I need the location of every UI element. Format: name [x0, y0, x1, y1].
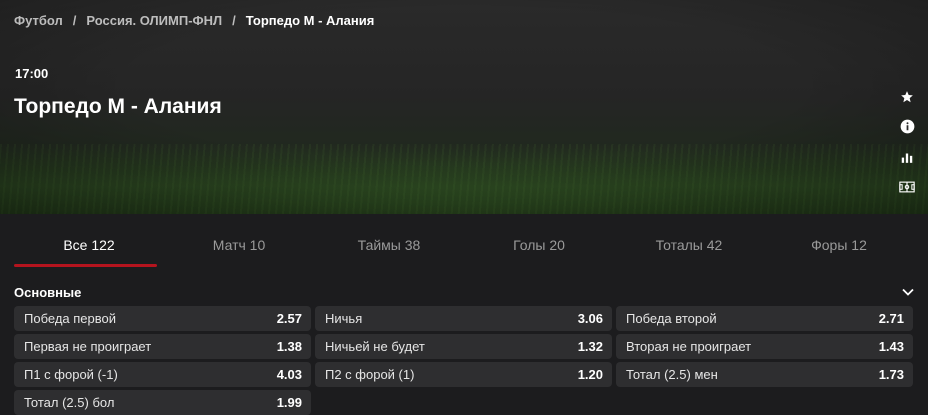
odd-name: Тотал (2.5) мен	[626, 367, 718, 382]
tab-goals[interactable]: Голы 20	[464, 225, 614, 267]
event-title: Торпедо М - Алания	[14, 95, 222, 118]
odd-value: 2.71	[878, 311, 904, 326]
odd-value: 2.57	[276, 311, 302, 326]
odd-cell[interactable]: Ничьей не будет 1.32	[315, 334, 612, 359]
chevron-down-icon[interactable]	[902, 283, 914, 301]
breadcrumb-item-league[interactable]: Россия. ОЛИМП-ФНЛ	[86, 13, 222, 28]
odd-cell[interactable]: П1 с форой (-1) 4.03	[14, 362, 311, 387]
breadcrumb-separator: /	[232, 13, 236, 28]
odd-cell[interactable]: Ничья 3.06	[315, 306, 612, 331]
odd-name: Ничья	[325, 311, 363, 326]
odd-value: 1.43	[878, 339, 904, 354]
section-header-main[interactable]: Основные	[14, 284, 914, 300]
odd-name: Победа второй	[626, 311, 717, 326]
odd-value: 1.20	[577, 367, 603, 382]
odd-value: 1.38	[276, 339, 302, 354]
odd-name: Ничьей не будет	[325, 339, 425, 354]
odd-name: П2 с форой (1)	[325, 367, 415, 382]
odd-cell[interactable]: Тотал (2.5) бол 1.99	[14, 390, 311, 415]
odd-cell[interactable]: Победа первой 2.57	[14, 306, 311, 331]
event-time: 17:00	[15, 66, 49, 81]
section-title: Основные	[14, 284, 82, 300]
odd-name: Вторая не проиграет	[626, 339, 752, 354]
odd-value: 3.06	[577, 311, 603, 326]
odd-value: 1.32	[577, 339, 603, 354]
info-icon[interactable]	[899, 118, 915, 135]
market-tabs: Все 122 Матч 10 Таймы 38 Голы 20 Тоталы …	[14, 225, 914, 267]
odd-value: 1.99	[276, 395, 302, 410]
odd-name: П1 с форой (-1)	[24, 367, 118, 382]
odd-name: Победа первой	[24, 311, 116, 326]
breadcrumb: Футбол / Россия. ОЛИМП-ФНЛ / Торпедо М -…	[14, 13, 374, 28]
odds-grid: Победа первой 2.57 Ничья 3.06 Победа второ…	[14, 306, 914, 415]
odd-cell[interactable]: Первая не проиграет 1.38	[14, 334, 311, 359]
field-icon[interactable]	[899, 178, 915, 195]
odd-cell[interactable]: Победа второй 2.71	[616, 306, 913, 331]
tab-halves[interactable]: Таймы 38	[314, 225, 464, 267]
stats-icon[interactable]	[899, 148, 915, 165]
tab-all[interactable]: Все 122	[14, 225, 164, 267]
odd-cell[interactable]: П2 с форой (1) 1.20	[315, 362, 612, 387]
tab-totals[interactable]: Тоталы 42	[614, 225, 764, 267]
tab-match[interactable]: Матч 10	[164, 225, 314, 267]
breadcrumb-item-sport[interactable]: Футбол	[14, 13, 63, 28]
odd-name: Первая не проиграет	[24, 339, 152, 354]
breadcrumb-separator: /	[72, 13, 77, 28]
breadcrumb-item-event: Торпедо М - Алания	[245, 13, 375, 28]
odd-value: 1.73	[878, 367, 904, 382]
odd-name: Тотал (2.5) бол	[24, 395, 115, 410]
event-actions	[899, 88, 915, 195]
odd-cell[interactable]: Тотал (2.5) мен 1.73	[616, 362, 913, 387]
odd-cell[interactable]: Вторая не проиграет 1.43	[616, 334, 913, 359]
star-icon[interactable]	[899, 88, 915, 105]
odd-value: 4.03	[276, 367, 302, 382]
tab-handicaps[interactable]: Форы 12	[764, 225, 914, 267]
